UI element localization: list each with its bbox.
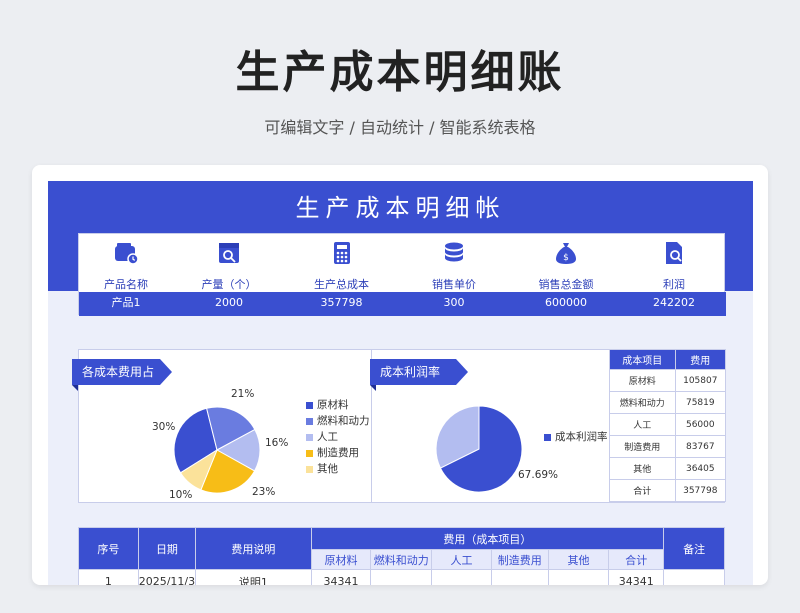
col-desc-header: 费用说明 xyxy=(195,527,312,570)
ratio-chart-title: 成本利润率 xyxy=(370,359,468,385)
summary-label: 销售单价 xyxy=(432,278,476,291)
pie-label-material: 30% xyxy=(152,421,176,433)
table-row: 合计 357798 xyxy=(609,479,727,502)
col-index-header: 序号 xyxy=(78,527,139,570)
pie-label-labor: 16% xyxy=(265,437,289,449)
pie-chart-title: 各成本费用占比 xyxy=(72,359,172,405)
legend-other: 其他 xyxy=(306,461,338,476)
detail-table: 序号 日期 费用说明 费用（成本项目） 备注 原材料 燃料和动力 人工 制造费用… xyxy=(78,527,725,585)
subcol-header: 人工 xyxy=(431,549,492,570)
cost-share-pie xyxy=(173,406,261,494)
calculator-icon xyxy=(333,242,350,264)
sheet-banner: 生产成本明细帐 xyxy=(48,181,753,235)
legend-manufacturing: 制造费用 xyxy=(306,445,359,460)
cost-value[interactable]: 56000 xyxy=(674,413,727,436)
summary-profit[interactable]: 利润 242202 xyxy=(622,234,726,316)
coin-stack-icon xyxy=(445,242,463,262)
summary-value[interactable]: 2000 xyxy=(173,292,285,316)
summary-label: 产量（个） xyxy=(201,278,257,291)
document-search-icon xyxy=(666,242,682,264)
cell[interactable] xyxy=(547,569,610,585)
cell[interactable] xyxy=(431,569,492,585)
cost-item[interactable]: 制造费用 xyxy=(609,435,676,458)
legend-labor: 人工 xyxy=(306,429,338,444)
table-row: 其他 36405 xyxy=(609,457,727,480)
wallet-icon xyxy=(115,243,139,265)
cost-item[interactable]: 燃料和动力 xyxy=(609,391,676,414)
cost-value[interactable]: 36405 xyxy=(674,457,727,480)
subcol-header: 其他 xyxy=(547,549,610,570)
page-subtitle: 可编辑文字 / 自动统计 / 智能系统表格 xyxy=(264,118,536,137)
spreadsheet: 生产成本明细帐 产品名称 产品1 产量（个） 2000 生产总成本 357798… xyxy=(48,181,753,585)
summary-label: 利润 xyxy=(663,278,685,291)
sheet-card: 生产成本明细帐 产品名称 产品1 产量（个） 2000 生产总成本 357798… xyxy=(32,165,768,585)
money-bag-icon: $ xyxy=(556,243,576,264)
cost-item[interactable]: 原材料 xyxy=(609,369,676,392)
ribbon-fold xyxy=(370,385,376,391)
summary-value[interactable]: 600000 xyxy=(510,292,622,316)
summary-product[interactable]: 产品名称 产品1 xyxy=(79,234,173,316)
col-date-header: 日期 xyxy=(137,527,197,570)
pie-label-fuel: 21% xyxy=(231,388,255,400)
pie-label-manufacturing: 23% xyxy=(252,486,276,498)
cell[interactable]: 34341 xyxy=(608,569,665,585)
cost-value[interactable]: 105807 xyxy=(674,369,727,392)
svg-text:$: $ xyxy=(563,253,569,263)
subcol-header: 制造费用 xyxy=(490,549,549,570)
legend-ratio: 成本利润率 xyxy=(544,429,608,444)
cell[interactable]: 2025/11/3 xyxy=(137,569,197,585)
summary-label: 产品名称 xyxy=(104,278,148,291)
cost-value[interactable]: 75819 xyxy=(674,391,727,414)
subcol-header: 合计 xyxy=(608,549,665,570)
cost-item[interactable]: 合计 xyxy=(609,479,676,502)
summary-panel: 产品名称 产品1 产量（个） 2000 生产总成本 357798 销售单价 30… xyxy=(78,233,726,316)
cost-value[interactable]: 83767 xyxy=(674,435,727,458)
cell[interactable]: 1 xyxy=(78,569,139,585)
subcol-header: 燃料和动力 xyxy=(370,549,433,570)
col-note-header: 备注 xyxy=(663,527,725,570)
cost-table-header: 费用 xyxy=(674,349,727,370)
summary-total-cost[interactable]: 生产总成本 357798 xyxy=(285,234,398,316)
cell[interactable] xyxy=(490,569,549,585)
summary-label: 销售总金额 xyxy=(538,278,594,291)
pie-label-other: 10% xyxy=(169,489,193,501)
summary-value[interactable]: 242202 xyxy=(622,292,726,316)
table-row: 燃料和动力 75819 xyxy=(609,391,727,414)
profit-ratio-pie xyxy=(435,405,523,493)
summary-sales-total[interactable]: $ 销售总金额 600000 xyxy=(510,234,622,316)
legend-material: 原材料 xyxy=(306,397,349,412)
cost-item[interactable]: 其他 xyxy=(609,457,676,480)
table-row: 原材料 105807 xyxy=(609,369,727,392)
legend-fuel: 燃料和动力 xyxy=(306,413,370,428)
cell[interactable]: 说明1 xyxy=(195,569,312,585)
cost-value[interactable]: 357798 xyxy=(674,479,727,502)
cell[interactable] xyxy=(370,569,433,585)
summary-label: 生产总成本 xyxy=(314,278,369,291)
summary-output[interactable]: 产量（个） 2000 xyxy=(173,234,285,316)
box-search-icon xyxy=(219,243,239,263)
table-row: 制造费用 83767 xyxy=(609,435,727,458)
summary-value[interactable]: 300 xyxy=(398,292,510,316)
col-group-header: 费用（成本项目） xyxy=(310,527,665,550)
cell[interactable] xyxy=(663,569,725,585)
table-row: 人工 56000 xyxy=(609,413,727,436)
subcol-header: 原材料 xyxy=(310,549,372,570)
cost-item[interactable]: 人工 xyxy=(609,413,676,436)
page-title: 生产成本明细账 xyxy=(235,47,565,98)
cost-summary-table: 成本项目 费用 原材料 105807 燃料和动力 75819 人工 56000 制造费… xyxy=(609,349,727,502)
summary-unit-price[interactable]: 销售单价 300 xyxy=(398,234,510,316)
ribbon-fold xyxy=(72,385,78,391)
table-row: 1 2025/11/3 说明1 34341 34341 xyxy=(78,569,725,585)
summary-value[interactable]: 产品1 xyxy=(79,292,173,316)
ratio-label: 67.69% xyxy=(518,469,559,481)
cost-table-header: 成本项目 xyxy=(609,349,676,370)
cell[interactable]: 34341 xyxy=(310,569,372,585)
summary-value[interactable]: 357798 xyxy=(285,292,398,316)
